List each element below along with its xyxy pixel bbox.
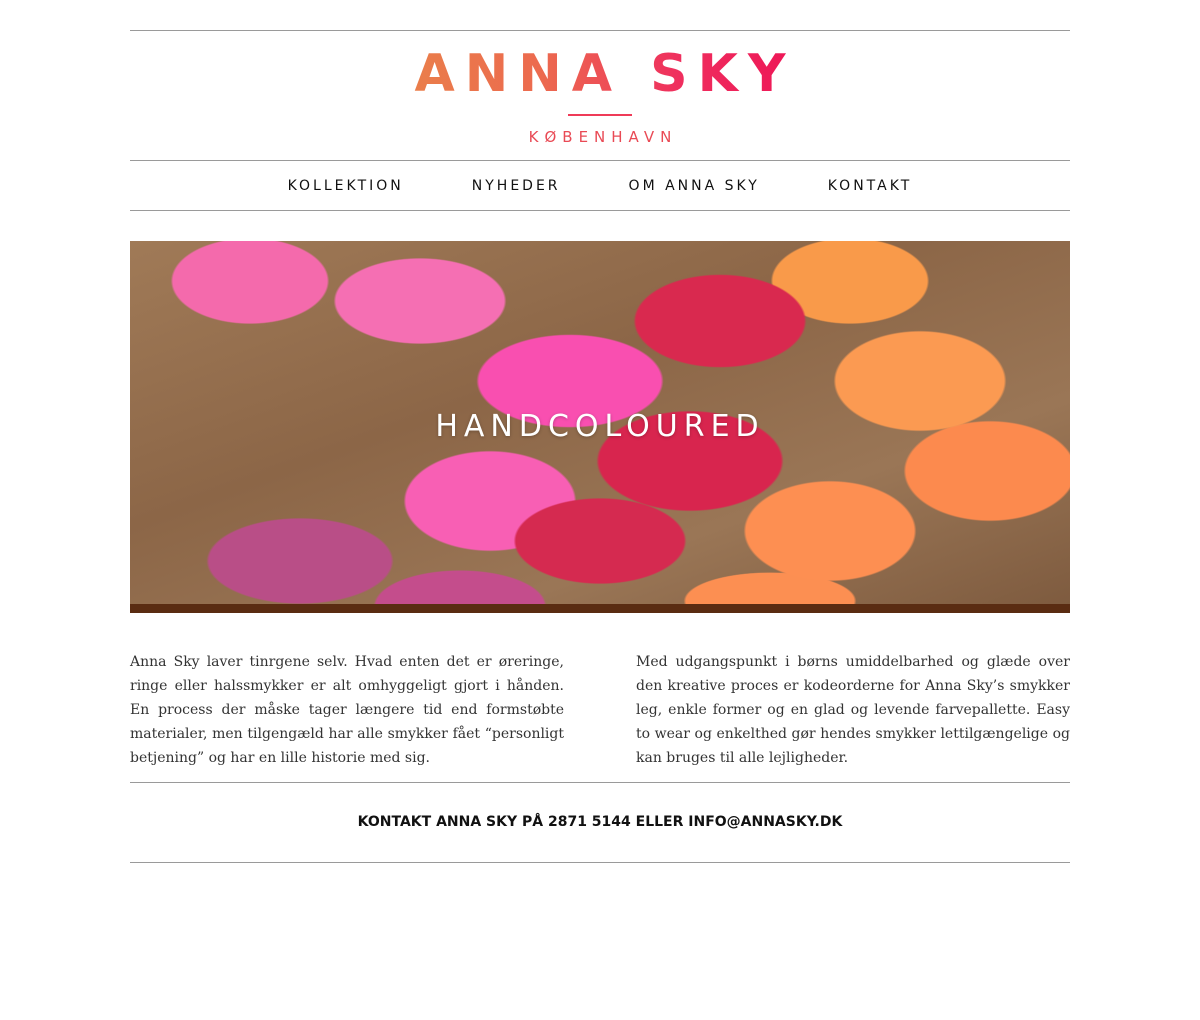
footer-top-divider <box>130 782 1070 783</box>
main-nav: KOLLEKTION NYHEDER OM ANNA SKY KONTAKT <box>130 161 1070 210</box>
intro-paragraph-left: Anna Sky laver tinrgene selv. Hvad enten… <box>130 654 564 766</box>
nav-item-kontakt[interactable]: KONTAKT <box>828 178 913 194</box>
top-divider <box>130 30 1070 31</box>
nav-item-kollektion[interactable]: KOLLEKTION <box>288 178 404 194</box>
intro-paragraph-right: Med udgangspunkt i børns umiddelbarhed o… <box>636 654 1070 766</box>
nav-item-nyheder[interactable]: NYHEDER <box>472 178 561 194</box>
hero-banner: HANDCOLOURED <box>130 241 1070 613</box>
hero-caption: HANDCOLOURED <box>435 409 765 444</box>
brand-logo[interactable]: ANNA SKY KØBENHAVN <box>130 48 1070 148</box>
brand-underline <box>568 114 632 116</box>
nav-bottom-divider <box>130 210 1070 211</box>
hero-bottom-bar <box>130 604 1070 613</box>
footer-bottom-divider <box>130 862 1070 863</box>
contact-line: KONTAKT ANNA SKY PÅ 2871 5144 ELLER INFO… <box>357 814 843 830</box>
brand-subtitle: KØBENHAVN <box>528 128 678 146</box>
brand-title: ANNA SKY <box>404 48 795 100</box>
nav-item-om-anna-sky[interactable]: OM ANNA SKY <box>629 178 760 194</box>
